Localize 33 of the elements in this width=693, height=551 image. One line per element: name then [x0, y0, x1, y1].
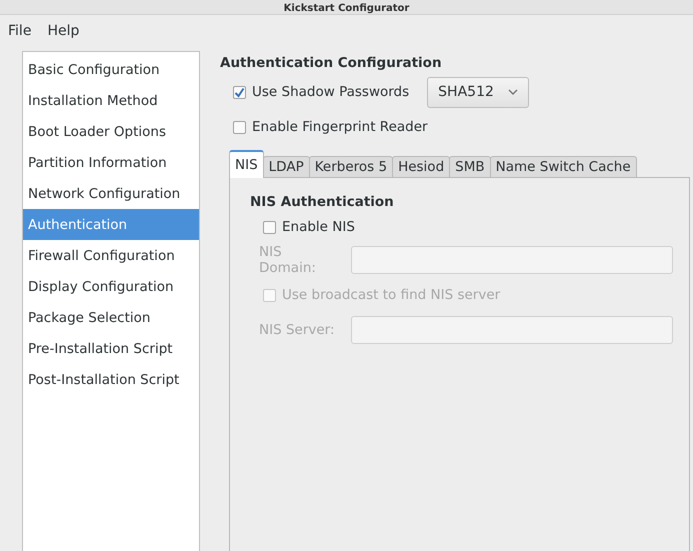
algorithm-dropdown[interactable]: SHA512 [427, 76, 529, 108]
window-title: Kickstart Configurator [284, 3, 410, 14]
sidebar-item[interactable]: Boot Loader Options [23, 116, 199, 147]
tab[interactable]: SMB [449, 156, 491, 178]
sidebar-item[interactable]: Basic Configuration [23, 54, 199, 85]
checkbox[interactable] [233, 86, 246, 98]
tab[interactable]: Kerberos 5 [308, 156, 394, 178]
section-title: Authentication Configuration [220, 55, 443, 73]
sidebar-item[interactable]: Network Configuration [23, 178, 199, 209]
sidebar-item[interactable]: Firewall Configuration [23, 240, 199, 271]
check-icon [234, 86, 245, 98]
sidebar-item[interactable]: Package Selection [23, 302, 199, 333]
tab[interactable]: NIS [229, 150, 264, 178]
chevron-down-icon [508, 89, 518, 95]
checkbox-label: Enable NIS [282, 219, 355, 235]
tab[interactable]: Name Switch Cache [490, 156, 637, 178]
sidebar-item[interactable]: Display Configuration [23, 271, 199, 302]
checkbox-label: Use broadcast to find NIS server [282, 287, 500, 303]
tab[interactable]: LDAP [262, 156, 310, 178]
field-label: NIS Server: [259, 322, 336, 338]
sidebar-item[interactable]: Post-Installation Script [23, 364, 199, 395]
sidebar-item[interactable]: Pre-Installation Script [23, 333, 199, 364]
checkbox[interactable] [263, 220, 276, 234]
checkbox[interactable] [233, 120, 246, 134]
sidebar-item[interactable]: Partition Information [23, 147, 199, 178]
field-label: NIS Domain: [259, 244, 317, 276]
menu-item[interactable]: File [2, 21, 38, 41]
group-title: NIS Authentication [250, 194, 395, 212]
menu-item[interactable]: Help [41, 21, 86, 41]
tab[interactable]: Hesiod [392, 156, 450, 178]
sidebar-item[interactable]: Installation Method [23, 85, 199, 116]
checkbox-label: Use Shadow Passwords [252, 84, 410, 100]
checkbox-label: Enable Fingerprint Reader [252, 119, 428, 135]
